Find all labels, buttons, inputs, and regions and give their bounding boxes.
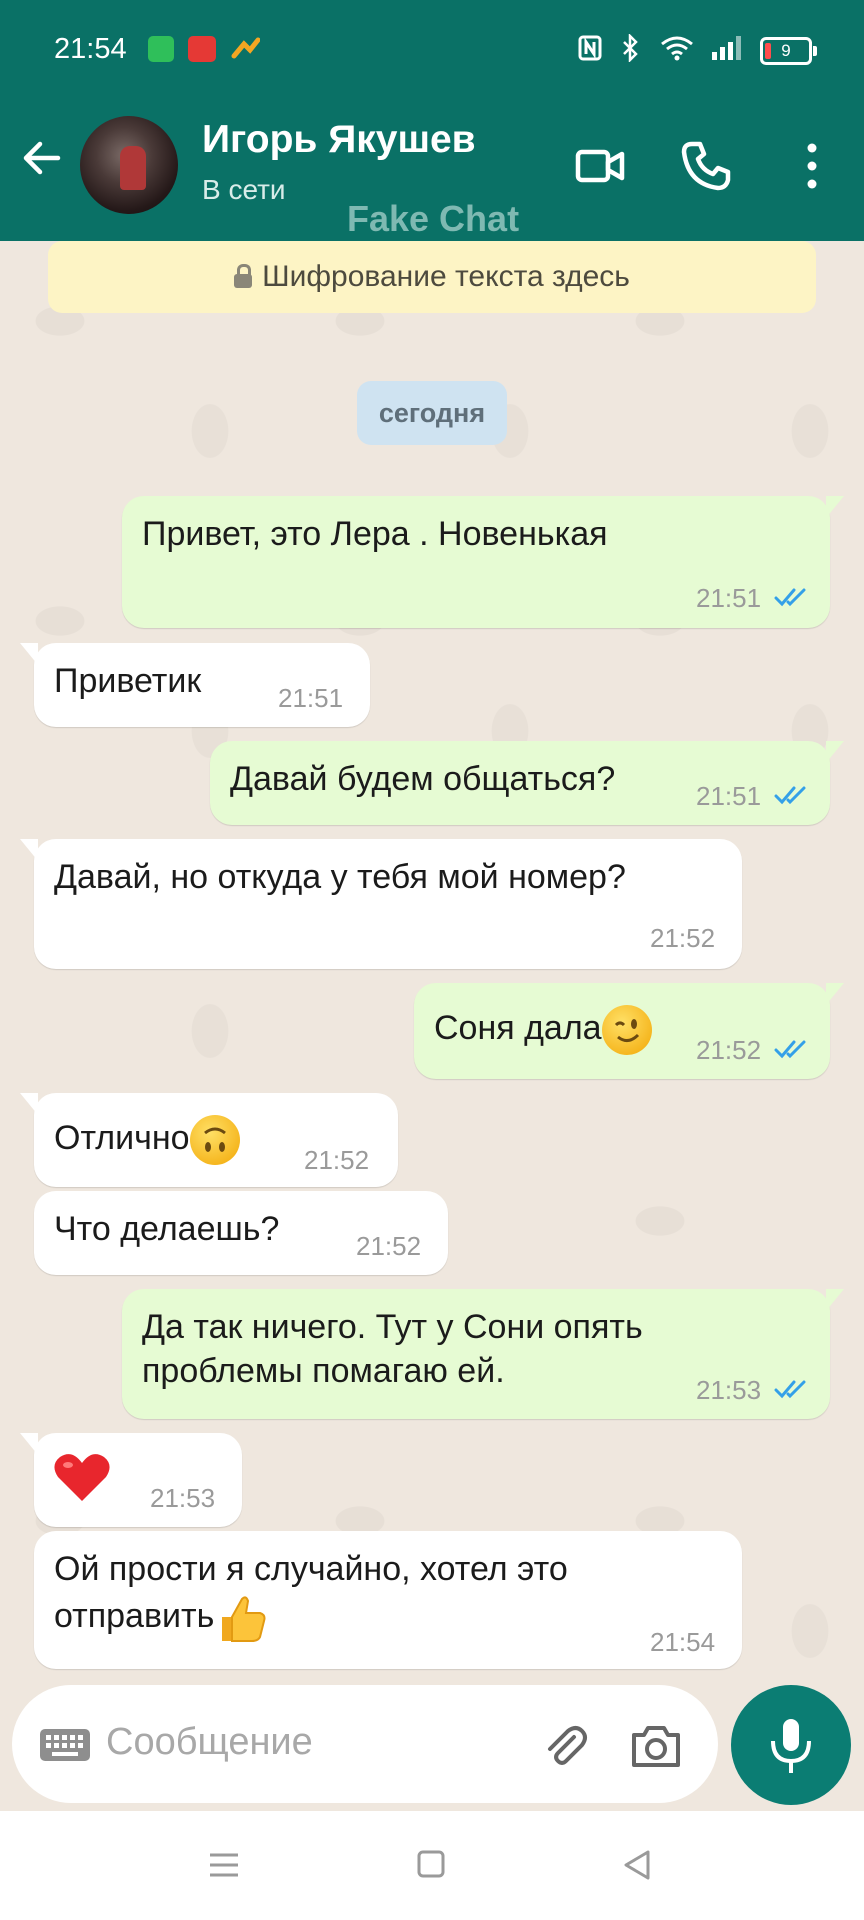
app-notification-icon [230,36,261,62]
back-nav-icon[interactable] [622,1849,652,1881]
chat-header: Игорь Якушев В сети Fake Chat [0,96,864,241]
read-ticks-icon [774,588,806,607]
message-outgoing[interactable]: Давай будем общаться? 21:51 [210,741,844,825]
message-outgoing[interactable]: Да так ничего. Тут у Сони опять проблемы… [122,1289,844,1419]
lock-icon [234,264,253,288]
status-icons: 9 [578,32,817,67]
message-time: 21:54 [650,1627,716,1657]
message-incoming[interactable]: Отлично 21:52 [20,1093,398,1187]
read-ticks-icon [774,786,806,805]
status-time: 21:54 [54,33,127,65]
message-time: 21:51 [696,781,762,811]
message-text: Приветик [54,662,202,700]
wifi-icon [660,35,694,66]
contact-avatar[interactable] [80,116,178,214]
message-text: Соня дала [434,1008,602,1047]
message-time: 21:52 [650,923,716,953]
read-ticks-icon [774,1040,806,1059]
video-call-icon[interactable] [572,138,628,194]
message-content: Ой прости я случайно, хотел это отправит… [54,1547,568,1645]
more-options-icon[interactable] [784,138,840,194]
message-content: Отлично [54,1115,240,1165]
message-time: 21:52 [696,1035,762,1065]
chat-area[interactable]: Шифрование текста здесь сегодня Привет, … [0,241,864,1671]
signal-icon [712,36,742,65]
message-text: Давай, но откуда у тебя мой номер? [54,858,626,896]
home-nav-icon[interactable] [416,1849,446,1879]
message-placeholder[interactable]: Сообщение [106,1721,313,1764]
message-input[interactable]: Сообщение [12,1685,718,1803]
keyboard-icon[interactable] [40,1729,90,1761]
encryption-text: Шифрование текста здесь [262,260,630,293]
battery-saver-icon [148,36,174,62]
composer-bar: Сообщение [0,1671,864,1811]
message-outgoing[interactable]: Соня дала 21:52 [414,983,844,1079]
watermark: Fake Chat [347,198,520,239]
date-chip: сегодня [357,381,507,445]
message-content: Да так ничего. Тут у Сони опять проблемы… [142,1305,643,1393]
message-text-line: отправить [54,1596,215,1635]
read-ticks-icon [774,1380,806,1399]
message-time: 21:53 [696,1375,762,1405]
attach-icon[interactable] [540,1721,590,1771]
message-outgoing[interactable]: Привет, это Лера . Новенькая 21:51 [122,496,844,628]
message-time: 21:51 [278,683,344,713]
message-text: Что делаешь? [54,1210,280,1248]
nfc-icon [578,35,602,66]
message-incoming[interactable]: 21:53 [20,1433,242,1527]
top-bar: 21:54 9 Игорь Якушев В сети Fake Chat [0,0,864,241]
contact-name[interactable]: Игорь Якушев [202,118,476,162]
message-text-line: Ой прости я случайно, хотел это [54,1550,568,1588]
voice-record-button[interactable] [731,1685,851,1805]
sos-icon [188,36,216,62]
upside-down-face-emoji [189,1115,240,1165]
battery-level: 9 [781,40,791,60]
bluetooth-icon [620,32,642,67]
message-time: 21:52 [304,1145,370,1175]
encryption-notice[interactable]: Шифрование текста здесь [48,241,816,313]
message-text: Отлично [54,1118,190,1157]
contact-status: В сети [202,174,286,205]
message-content: Соня дала [434,1005,652,1055]
winking-face-emoji [601,1005,652,1055]
thumbs-up-emoji [214,1591,268,1645]
message-text: Давай будем общаться? [230,760,616,798]
message-incoming[interactable]: Давай, но откуда у тебя мой номер? 21:52 [20,839,742,969]
message-time: 21:52 [356,1231,422,1261]
camera-icon[interactable] [630,1723,682,1769]
message-time: 21:51 [696,583,762,613]
battery-icon: 9 [760,36,817,65]
message-text-line: Да так ничего. Тут у Сони опять [142,1308,643,1346]
message-incoming[interactable]: Что делаешь? 21:52 [34,1191,448,1275]
message-incoming[interactable]: Приветик 21:51 [20,643,370,727]
message-text: Привет, это Лера . Новенькая [142,515,608,553]
status-bar: 21:54 9 [0,0,864,96]
back-arrow-icon[interactable] [18,134,66,182]
message-time: 21:53 [150,1483,216,1513]
red-heart-emoji [52,1449,112,1505]
menu-nav-icon[interactable] [208,1849,240,1881]
voice-call-icon[interactable] [678,138,734,194]
message-text-line: проблемы помагаю ей. [142,1352,505,1390]
microphone-icon [771,1719,811,1773]
system-nav-bar [0,1811,864,1920]
message-incoming[interactable]: Ой прости я случайно, хотел это отправит… [34,1531,742,1669]
